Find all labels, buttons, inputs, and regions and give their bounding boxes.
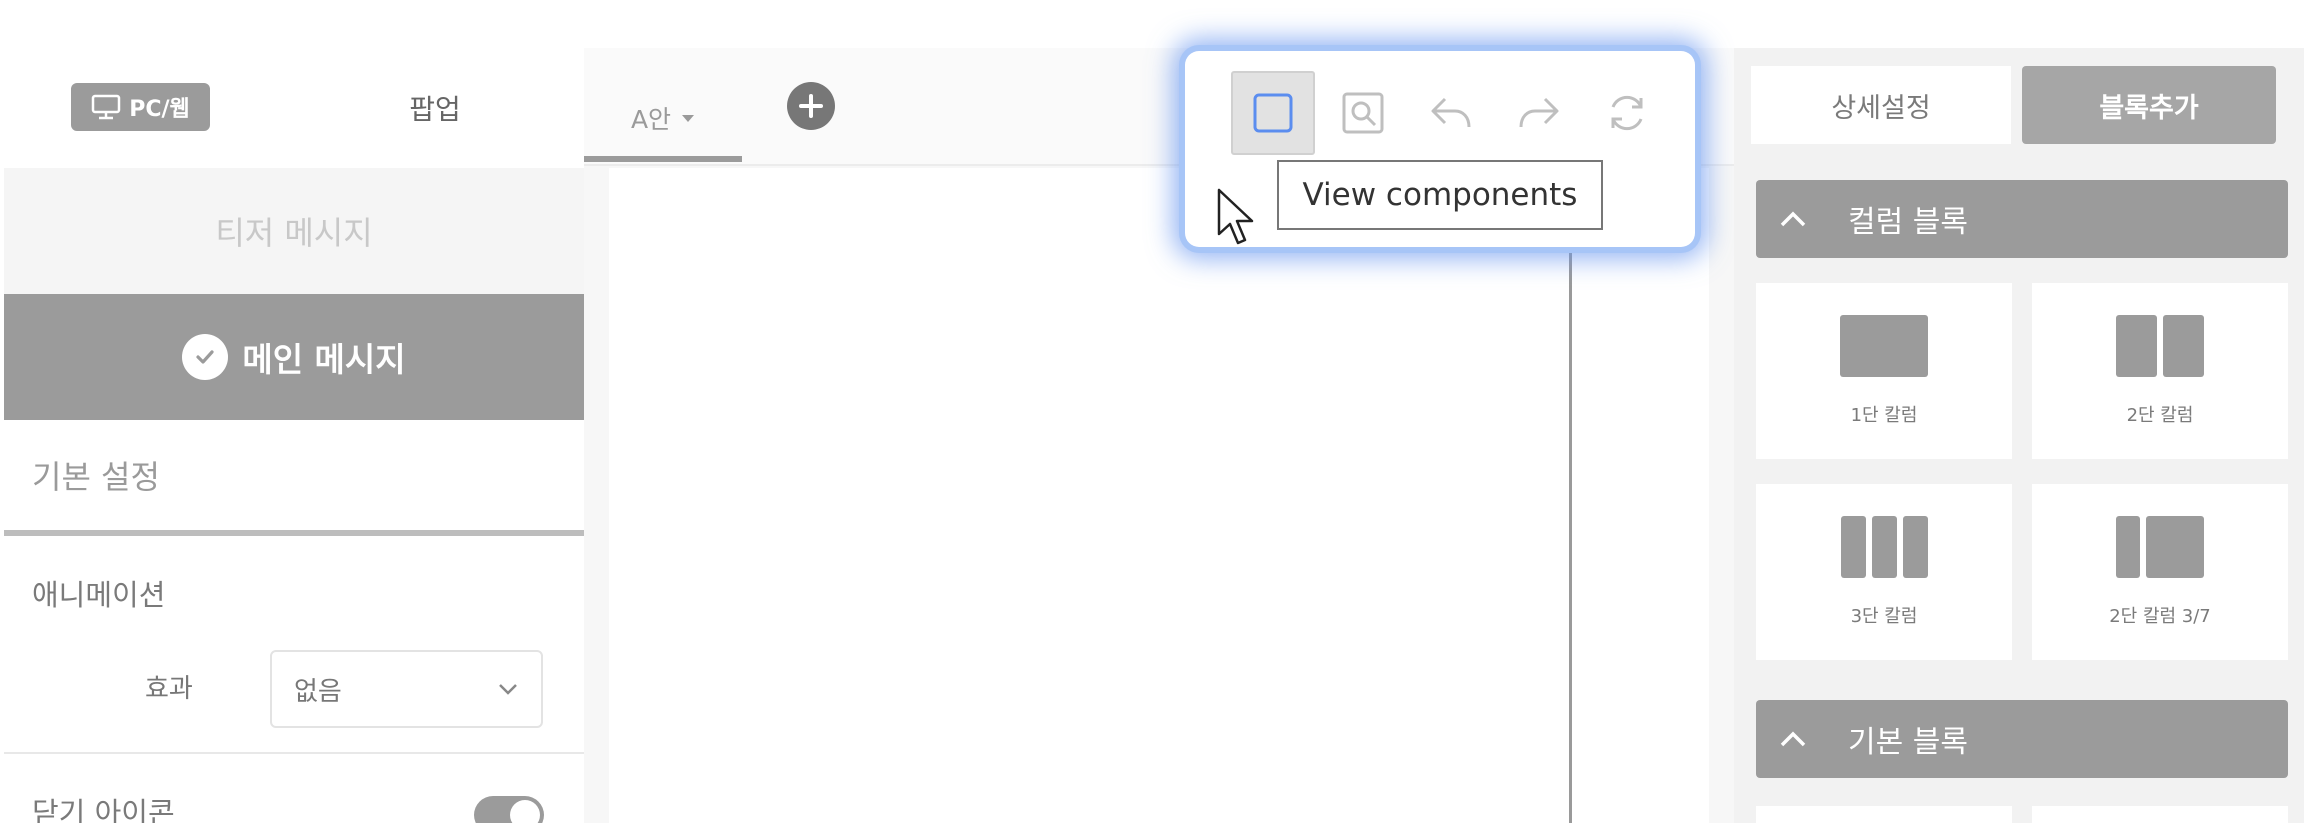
refresh-button[interactable]: [1585, 71, 1669, 155]
close-icon-setting-label: 닫기 아이콘: [32, 796, 175, 823]
chevron-up-icon: [1780, 211, 1806, 227]
mouse-cursor-icon: [1217, 188, 1254, 245]
zoom-preview-icon: [1342, 92, 1384, 134]
add-variant-button[interactable]: [787, 82, 835, 130]
monitor-icon: [91, 94, 121, 120]
tooltip: View components: [1277, 160, 1603, 230]
main-message-item[interactable]: 메인 메시지: [4, 294, 584, 420]
block-3-column[interactable]: 3단 칼럼: [1756, 484, 2012, 660]
undo-icon: [1431, 97, 1471, 128]
square-icon: [1253, 93, 1293, 133]
variant-tab-indicator: [584, 156, 742, 162]
block-label: 2단 칼럼: [2126, 405, 2194, 426]
block-1-column[interactable]: 1단 칼럼: [1756, 283, 2012, 459]
refresh-icon: [1611, 95, 1643, 131]
undo-button[interactable]: [1409, 71, 1493, 155]
close-icon-toggle[interactable]: [474, 796, 544, 823]
two-column-icon: [2116, 315, 2204, 377]
three-column-icon: [1840, 516, 1928, 578]
basic-settings-item[interactable]: 기본 설정: [4, 420, 584, 536]
device-mode-label: PC/웹: [129, 97, 190, 122]
tab-add-block[interactable]: 블록추가: [2022, 66, 2276, 144]
block-card[interactable]: [2032, 806, 2288, 823]
block-card[interactable]: [1756, 806, 2012, 823]
two-column-3-7-icon: [2116, 516, 2204, 578]
variant-tab-label: A안: [630, 105, 672, 134]
block-2-column-3-7[interactable]: 2단 칼럼 3/7: [2032, 484, 2288, 660]
canvas-guide-line: [1569, 220, 1572, 823]
effect-select-value: 없음: [294, 676, 342, 707]
one-column-icon: [1840, 315, 1928, 377]
popup-tab[interactable]: 팝업: [370, 85, 500, 131]
block-label: 3단 칼럼: [1850, 606, 1918, 627]
group-title: 기본 블록: [1848, 725, 1968, 760]
popup-preview[interactable]: [609, 168, 1709, 823]
check-icon: [182, 334, 229, 380]
column-blocks-header[interactable]: 컬럼 블록: [1756, 180, 2288, 258]
basic-blocks-header[interactable]: 기본 블록: [1756, 700, 2288, 778]
group-title: 컬럼 블록: [1848, 205, 1968, 240]
plus-icon: [799, 94, 823, 118]
divider: [4, 752, 584, 754]
caret-down-icon: [682, 115, 695, 122]
main-message-label: 메인 메시지: [242, 340, 406, 379]
chevron-down-icon: [499, 684, 517, 695]
redo-icon: [1519, 97, 1559, 128]
tab-detail-settings[interactable]: 상세설정: [1751, 66, 2011, 144]
chevron-up-icon: [1780, 731, 1806, 747]
redo-button[interactable]: [1497, 71, 1581, 155]
effect-select[interactable]: 없음: [270, 650, 543, 728]
block-2-column[interactable]: 2단 칼럼: [2032, 283, 2288, 459]
effect-label: 효과: [145, 674, 193, 704]
block-label: 1단 칼럼: [1850, 405, 1918, 426]
preview-button[interactable]: [1321, 71, 1405, 155]
block-label: 2단 칼럼 3/7: [2109, 606, 2211, 627]
teaser-message-item[interactable]: 티저 메시지: [4, 168, 584, 294]
view-components-button[interactable]: [1231, 71, 1315, 155]
variant-tab-a[interactable]: A안: [584, 78, 742, 158]
device-mode-button[interactable]: PC/웹: [71, 83, 210, 131]
animation-section-title: 애니메이션: [32, 578, 166, 612]
toggle-knob: [510, 800, 540, 823]
